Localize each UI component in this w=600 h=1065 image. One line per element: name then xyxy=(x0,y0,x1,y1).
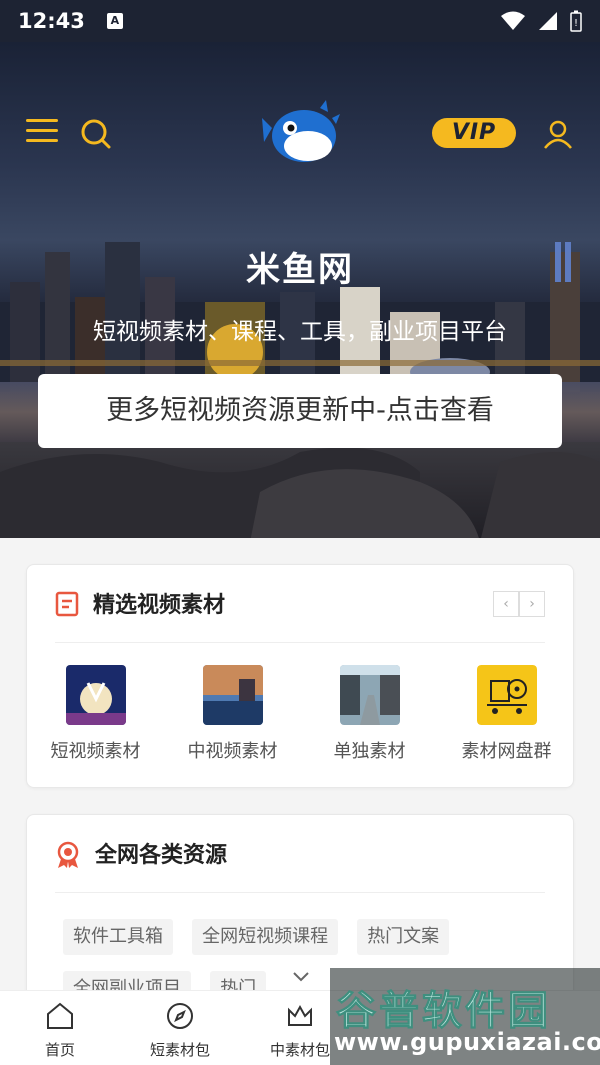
site-watermark: 谷普软件园 www.gupuxiazai.com xyxy=(330,968,600,1065)
category-mid-video[interactable]: 中视频素材 xyxy=(164,665,301,763)
search-icon[interactable] xyxy=(80,118,112,150)
watermark-url: www.gupuxiazai.com xyxy=(334,1028,600,1056)
user-icon[interactable] xyxy=(542,118,574,150)
tab-home[interactable]: 首页 xyxy=(0,991,120,1065)
category-short-video[interactable]: 短视频素材 xyxy=(27,665,164,763)
category-label: 中视频素材 xyxy=(187,741,278,762)
tab-label: 首页 xyxy=(44,1041,75,1059)
award-ribbon-icon xyxy=(57,841,79,868)
pufferfish-logo xyxy=(262,100,340,162)
featured-video-header: 精选视频素材 ‹ › xyxy=(55,591,545,643)
category-single-material[interactable]: 单独素材 xyxy=(301,665,438,763)
category-label: 素材网盘群 xyxy=(461,741,552,762)
tab-label: 短素材包 xyxy=(149,1041,210,1059)
site-title: 米鱼网 xyxy=(246,250,354,290)
prev-arrow-button[interactable]: ‹ xyxy=(493,591,519,617)
site-subtitle: 短视频素材、课程、工具，副业项目平台 xyxy=(93,319,507,345)
battery-icon: ! xyxy=(570,10,582,32)
resources-header: 全网各类资源 xyxy=(55,841,545,893)
category-netdisk-group[interactable]: 素材网盘群 xyxy=(438,665,575,763)
film-cart-thumbnail xyxy=(476,665,537,725)
menu-icon[interactable] xyxy=(26,119,58,147)
single-material-thumbnail xyxy=(339,665,400,725)
document-icon xyxy=(55,591,79,617)
featured-video-card: 精选视频素材 ‹ › 短视频素材 中视频素材 单独素材 素材网盘群 xyxy=(26,564,574,788)
signal-icon xyxy=(539,12,557,30)
more-resources-button[interactable]: 更多短视频资源更新中-点击查看 xyxy=(38,374,562,448)
compass-icon xyxy=(167,1003,193,1029)
tab-short-pack[interactable]: 短素材包 xyxy=(120,991,240,1065)
chevron-down-icon xyxy=(293,972,309,982)
vip-badge[interactable]: VIP xyxy=(432,118,516,148)
crown-icon xyxy=(288,1004,312,1026)
svg-text:!: ! xyxy=(574,18,578,29)
home-icon xyxy=(47,1002,73,1029)
featured-video-title: 精选视频素材 xyxy=(93,593,226,618)
tag-hot-copywriting[interactable]: 热门文案 xyxy=(357,919,450,955)
status-bar: 12:43 A ! xyxy=(0,0,600,42)
hero-banner: VIP 米鱼网 短视频素材、课程、工具，副业项目平台 更多短视频资源更新中-点击… xyxy=(0,42,600,538)
mid-video-thumbnail xyxy=(202,665,263,725)
wifi-icon xyxy=(501,11,525,30)
tag-short-video-course[interactable]: 全网短视频课程 xyxy=(192,919,339,955)
category-label: 单独素材 xyxy=(333,741,406,762)
notification-a-icon: A xyxy=(106,13,123,29)
tag-software-toolbox[interactable]: 软件工具箱 xyxy=(63,919,173,955)
category-label: 短视频素材 xyxy=(50,741,141,762)
short-video-thumbnail xyxy=(65,665,126,725)
resources-title: 全网各类资源 xyxy=(95,843,228,868)
next-arrow-button[interactable]: › xyxy=(519,591,545,617)
status-time: 12:43 xyxy=(18,9,85,33)
